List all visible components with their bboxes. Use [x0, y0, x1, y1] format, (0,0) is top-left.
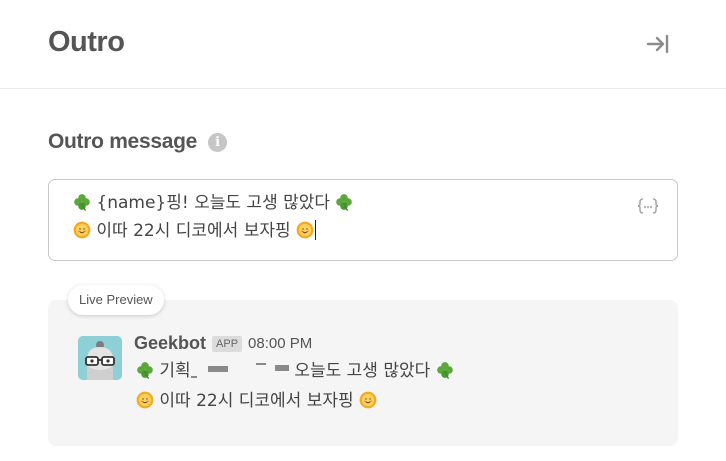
outro-message-editor[interactable]: {name}핑! 오늘도 고생 많았다 이따 22시 디코에서 보자핑 — [48, 179, 678, 261]
message-time: 08:00 PM — [248, 335, 313, 352]
smiling-sun-emoji — [73, 221, 91, 239]
editor-line-1: {name}핑! 오늘도 고생 많았다 — [73, 189, 627, 217]
arrow-to-right-icon — [646, 34, 669, 54]
redacted-mark — [274, 365, 289, 371]
robot-avatar-icon — [78, 336, 122, 380]
clover-emoji — [136, 361, 154, 379]
message-header: Geekbot APP 08:00 PM — [134, 333, 312, 354]
live-preview-badge: Live Preview — [68, 285, 164, 315]
message-line-2: 이따 22시 디코에서 보자핑 — [136, 386, 454, 416]
message-line-2-text: 이따 22시 디코에서 보자핑 — [159, 391, 354, 411]
clover-emoji — [335, 193, 353, 211]
curly-braces-icon — [637, 198, 659, 214]
editor-line-2-text: 이따 22시 디코에서 보자핑 — [96, 221, 291, 241]
message-line-1-prefix: 기획 — [159, 361, 191, 381]
info-icon[interactable]: i — [208, 132, 227, 152]
insert-variable-button[interactable] — [637, 196, 659, 214]
smiling-sun-emoji — [296, 221, 314, 239]
page-title: Outro — [48, 26, 125, 58]
redacted-mark — [255, 363, 266, 365]
geekbot-avatar — [78, 336, 122, 380]
clover-emoji — [436, 361, 454, 379]
text-caret — [315, 220, 317, 240]
collapse-panel-button[interactable] — [644, 30, 672, 58]
bot-name: Geekbot — [134, 333, 207, 353]
smiling-sun-emoji — [136, 391, 154, 409]
message-line-1: 기획 오늘도 고생 많았다 — [136, 356, 454, 386]
message-line-1-text: 오늘도 고생 많았다 — [294, 361, 431, 381]
editor-line-2: 이따 22시 디코에서 보자핑 — [73, 217, 627, 245]
panel-header: Outro — [0, 0, 726, 89]
redacted-mark — [190, 376, 197, 378]
clover-emoji — [73, 193, 91, 211]
editor-line-1-text: {name}핑! 오늘도 고생 많았다 — [96, 193, 331, 213]
redacted-mark — [208, 366, 229, 372]
message-body: 기획 오늘도 고생 많았다 이따 22시 디코에서 보자핑 — [136, 356, 454, 416]
app-tag: APP — [212, 335, 243, 352]
smiling-sun-emoji — [359, 391, 377, 409]
outro-message-heading: Outro message i — [48, 130, 227, 154]
outro-message-label: Outro message — [48, 130, 197, 153]
